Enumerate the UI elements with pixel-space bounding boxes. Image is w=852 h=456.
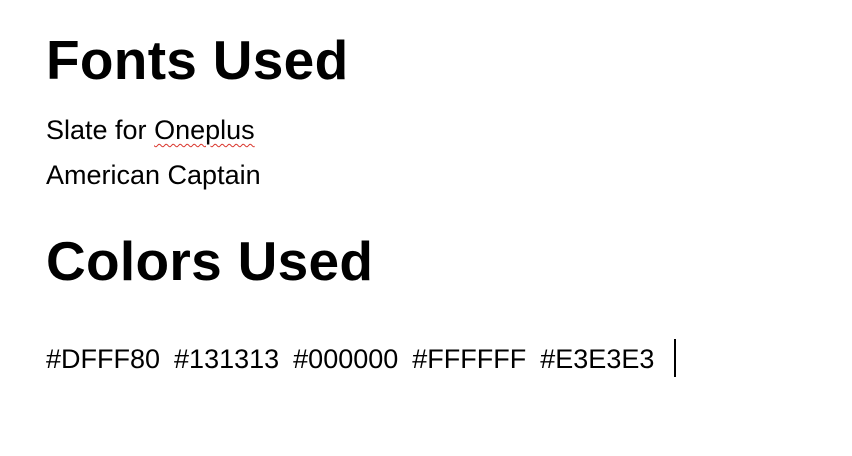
text-cursor <box>674 339 676 377</box>
color-code-3[interactable]: #000000 <box>293 345 398 373</box>
font-line-slate[interactable]: Slate for Oneplus <box>46 117 255 144</box>
font-line-slate-prefix[interactable]: Slate for <box>46 115 154 145</box>
fonts-used-heading[interactable]: Fonts Used <box>46 33 348 88</box>
color-code-2[interactable]: #131313 <box>174 345 279 373</box>
color-code-1[interactable]: #DFFF80 <box>46 345 160 373</box>
color-codes-line[interactable]: #DFFF80 #131313 #000000 #FFFFFF #E3E3E3 <box>46 339 676 378</box>
colors-used-heading[interactable]: Colors Used <box>46 234 373 289</box>
document-page[interactable]: Fonts Used Slate for Oneplus American Ca… <box>0 0 852 456</box>
misspelled-word-oneplus[interactable]: Oneplus <box>154 115 255 145</box>
font-line-american-captain[interactable]: American Captain <box>46 162 261 189</box>
color-code-5[interactable]: #E3E3E3 <box>540 345 654 373</box>
color-code-4[interactable]: #FFFFFF <box>412 345 526 373</box>
